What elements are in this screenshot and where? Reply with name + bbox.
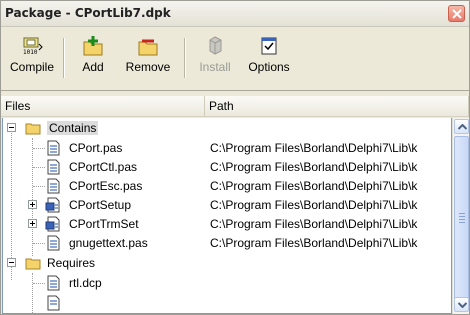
tree-file-row[interactable]: gnugettext.pas C:\Program Files\Borland\… — [3, 233, 451, 253]
file-path: C:\Program Files\Borland\Delphi7\Lib\k — [210, 160, 418, 174]
toolbar-separator — [184, 38, 186, 78]
options-label: Options — [248, 60, 290, 74]
dcp-file-icon — [47, 275, 60, 291]
tree-node-requires[interactable]: Requires — [3, 253, 451, 273]
install-label: Install — [199, 60, 231, 74]
close-icon — [452, 9, 462, 19]
file-name: CPortTrmSet — [69, 217, 139, 231]
tree-unit-row[interactable]: CPortSetup C:\Program Files\Borland\Delp… — [3, 195, 451, 215]
file-path: C:\Program Files\Borland\Delphi7\Lib\k — [210, 236, 418, 250]
scroll-grip — [459, 213, 465, 214]
title-bar[interactable]: Package - CPortLib7.dpk — [1, 1, 469, 27]
pas-file-icon — [47, 140, 60, 156]
file-name: CPortSetup — [69, 198, 132, 212]
options-icon — [261, 37, 277, 55]
tree-file-row[interactable]: CPortCtl.pas C:\Program Files\Borland\De… — [3, 157, 451, 177]
file-name: CPortEsc.pas — [69, 179, 143, 193]
add-label: Add — [82, 60, 104, 74]
compile-button[interactable]: 1010 Compile — [7, 34, 57, 86]
collapse-icon[interactable] — [7, 258, 16, 267]
remove-icon — [138, 39, 158, 56]
file-tree: Contains CPort.pas C:\Program Files\Borl… — [2, 118, 452, 314]
remove-label: Remove — [125, 60, 171, 74]
files-column-header[interactable]: Files — [1, 96, 205, 117]
scroll-up-button[interactable] — [454, 119, 469, 134]
install-button[interactable]: Install — [191, 34, 239, 86]
form-unit-icon — [45, 197, 60, 213]
expand-icon[interactable] — [28, 219, 37, 228]
pas-file-icon — [47, 178, 60, 194]
svg-text:1010: 1010 — [23, 49, 38, 56]
tree-file-row-partial[interactable] — [3, 293, 451, 313]
file-name: rtl.dcp — [69, 276, 102, 290]
toolbar: 1010 Compile Add Remove Install Options — [1, 28, 469, 91]
scroll-grip — [459, 222, 465, 223]
tree-unit-row[interactable]: CPortTrmSet C:\Program Files\Borland\Del… — [3, 214, 451, 234]
folder-icon — [25, 123, 41, 135]
tree-connector — [33, 283, 45, 284]
toolbar-separator — [63, 38, 65, 78]
expand-icon[interactable] — [28, 200, 37, 209]
package-window: Package - CPortLib7.dpk 1010 Compile Add — [0, 0, 470, 315]
chevron-up-icon — [458, 124, 467, 130]
contains-label: Contains — [47, 121, 99, 135]
folder-icon — [25, 258, 41, 270]
path-column-header[interactable]: Path — [205, 96, 469, 117]
close-button[interactable] — [448, 5, 465, 22]
path-column-label: Path — [209, 99, 234, 113]
install-icon — [209, 36, 222, 55]
scroll-down-button[interactable] — [454, 297, 469, 312]
add-button[interactable]: Add — [71, 34, 115, 86]
files-column-label: Files — [5, 99, 31, 113]
dcp-file-icon — [47, 295, 60, 311]
tree-connector — [33, 186, 45, 187]
file-name: CPort.pas — [69, 141, 123, 155]
collapse-icon[interactable] — [7, 123, 16, 132]
scroll-grip — [459, 219, 465, 220]
file-path: C:\Program Files\Borland\Delphi7\Lib\k — [210, 198, 418, 212]
file-path: C:\Program Files\Borland\Delphi7\Lib\k — [210, 141, 418, 155]
window-title: Package - CPortLib7.dpk — [5, 6, 171, 20]
tree-connector — [33, 243, 45, 244]
pas-file-icon — [47, 235, 60, 251]
vertical-scrollbar[interactable] — [452, 118, 469, 314]
file-path: C:\Program Files\Borland\Delphi7\Lib\k — [210, 179, 418, 193]
options-button[interactable]: Options — [241, 34, 297, 86]
file-name: CPortCtl.pas — [69, 160, 138, 174]
tree-file-row[interactable]: CPortEsc.pas C:\Program Files\Borland\De… — [3, 176, 451, 196]
file-path: C:\Program Files\Borland\Delphi7\Lib\k — [210, 217, 418, 231]
scroll-thumb[interactable] — [454, 136, 469, 300]
tree-node-contains[interactable]: Contains — [3, 118, 451, 138]
remove-button[interactable]: Remove — [118, 34, 178, 86]
file-name: gnugettext.pas — [69, 236, 148, 250]
pas-file-icon — [47, 159, 60, 175]
compile-label: Compile — [9, 60, 54, 74]
column-header: Files Path — [1, 96, 469, 117]
form-unit-icon — [45, 216, 60, 232]
chevron-down-icon — [458, 302, 467, 308]
scroll-grip — [459, 216, 465, 217]
requires-label: Requires — [47, 256, 96, 270]
tree-connector — [33, 148, 45, 149]
compile-icon: 1010 — [23, 37, 43, 56]
tree-connector — [33, 167, 45, 168]
tree-file-row[interactable]: CPort.pas C:\Program Files\Borland\Delph… — [3, 138, 451, 158]
tree-file-row[interactable]: rtl.dcp — [3, 273, 451, 293]
add-icon — [83, 36, 103, 56]
